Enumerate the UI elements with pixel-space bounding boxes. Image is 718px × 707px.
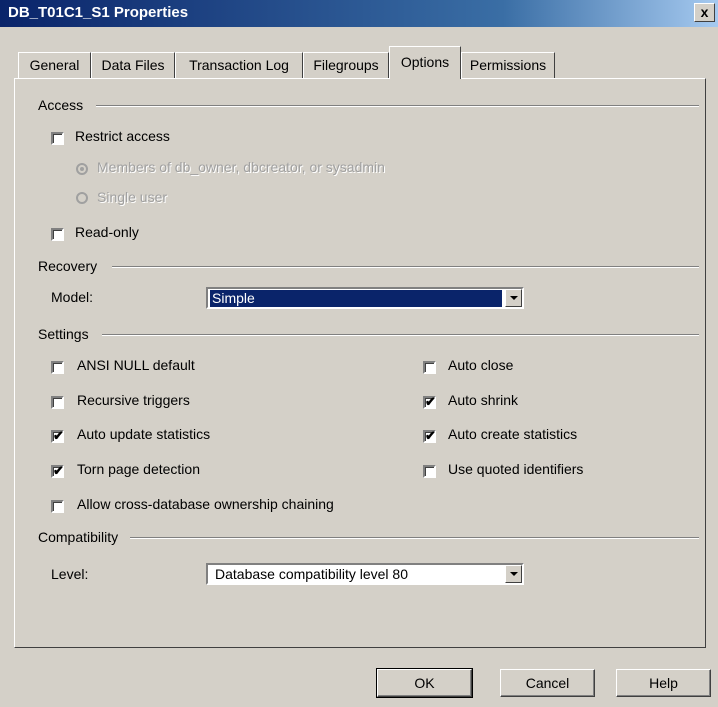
chevron-down-icon[interactable]: [505, 565, 522, 583]
tab-options[interactable]: Options: [389, 46, 461, 79]
compatibility-level-select[interactable]: Database compatibility level 80: [206, 563, 524, 585]
single-user-radio-label: Single user: [97, 189, 168, 205]
allow-cross-db-label[interactable]: Allow cross-database ownership chaining: [77, 496, 334, 512]
compatibility-group-heading: Compatibility: [38, 529, 119, 545]
auto-create-statistics-checkbox[interactable]: ✔: [423, 428, 436, 443]
close-button[interactable]: x: [694, 3, 715, 22]
members-radio: [76, 163, 88, 175]
recursive-triggers-label[interactable]: Recursive triggers: [77, 392, 190, 408]
auto-shrink-checkbox[interactable]: ✔: [423, 394, 436, 409]
auto-close-checkbox[interactable]: [423, 361, 436, 374]
recovery-divider: [112, 266, 699, 268]
recovery-model-select[interactable]: Simple: [206, 287, 524, 309]
access-group-heading: Access: [38, 97, 84, 113]
help-button[interactable]: Help: [616, 669, 711, 697]
tab-data-files[interactable]: Data Files: [91, 52, 175, 78]
check-icon: ✔: [53, 463, 64, 478]
tab-general[interactable]: General: [18, 52, 91, 78]
tab-permissions[interactable]: Permissions: [461, 52, 555, 78]
settings-group-heading: Settings: [38, 326, 89, 342]
check-icon: ✔: [53, 428, 64, 443]
auto-create-statistics-label[interactable]: Auto create statistics: [448, 426, 577, 442]
members-radio-label: Members of db_owner, dbcreator, or sysad…: [97, 159, 385, 175]
tab-transaction-log[interactable]: Transaction Log: [175, 52, 303, 78]
ansi-null-default-checkbox[interactable]: [51, 361, 64, 374]
read-only-checkbox[interactable]: [51, 228, 64, 241]
auto-update-statistics-checkbox[interactable]: ✔: [51, 428, 64, 443]
check-icon: ✔: [425, 394, 436, 409]
read-only-label[interactable]: Read-only: [75, 224, 139, 240]
torn-page-detection-label[interactable]: Torn page detection: [77, 461, 200, 477]
auto-close-label[interactable]: Auto close: [448, 357, 513, 373]
settings-divider: [102, 334, 699, 336]
tab-filegroups[interactable]: Filegroups: [303, 52, 389, 78]
use-quoted-identifiers-label[interactable]: Use quoted identifiers: [448, 461, 583, 477]
use-quoted-identifiers-checkbox[interactable]: [423, 465, 436, 478]
recovery-group-heading: Recovery: [38, 258, 98, 274]
recovery-model-value: Simple: [209, 289, 503, 308]
auto-shrink-label[interactable]: Auto shrink: [448, 392, 518, 408]
window-title: DB_T01C1_S1 Properties: [8, 4, 189, 21]
restrict-access-label[interactable]: Restrict access: [75, 128, 170, 144]
close-icon: x: [700, 4, 709, 20]
ok-button[interactable]: OK: [376, 668, 473, 698]
model-label: Model:: [51, 289, 94, 305]
recursive-triggers-checkbox[interactable]: [51, 396, 64, 409]
allow-cross-db-checkbox[interactable]: [51, 500, 64, 513]
cancel-button[interactable]: Cancel: [500, 669, 595, 697]
level-label: Level:: [51, 566, 89, 582]
ansi-null-default-label[interactable]: ANSI NULL default: [77, 357, 195, 373]
chevron-down-icon[interactable]: [505, 289, 522, 307]
torn-page-detection-checkbox[interactable]: ✔: [51, 463, 64, 478]
auto-update-statistics-label[interactable]: Auto update statistics: [77, 426, 210, 442]
access-divider: [96, 105, 699, 107]
compatibility-divider: [130, 537, 699, 539]
compatibility-level-value: Database compatibility level 80: [215, 566, 408, 582]
single-user-radio: [76, 192, 88, 204]
restrict-access-checkbox[interactable]: [51, 132, 64, 145]
check-icon: ✔: [425, 428, 436, 443]
